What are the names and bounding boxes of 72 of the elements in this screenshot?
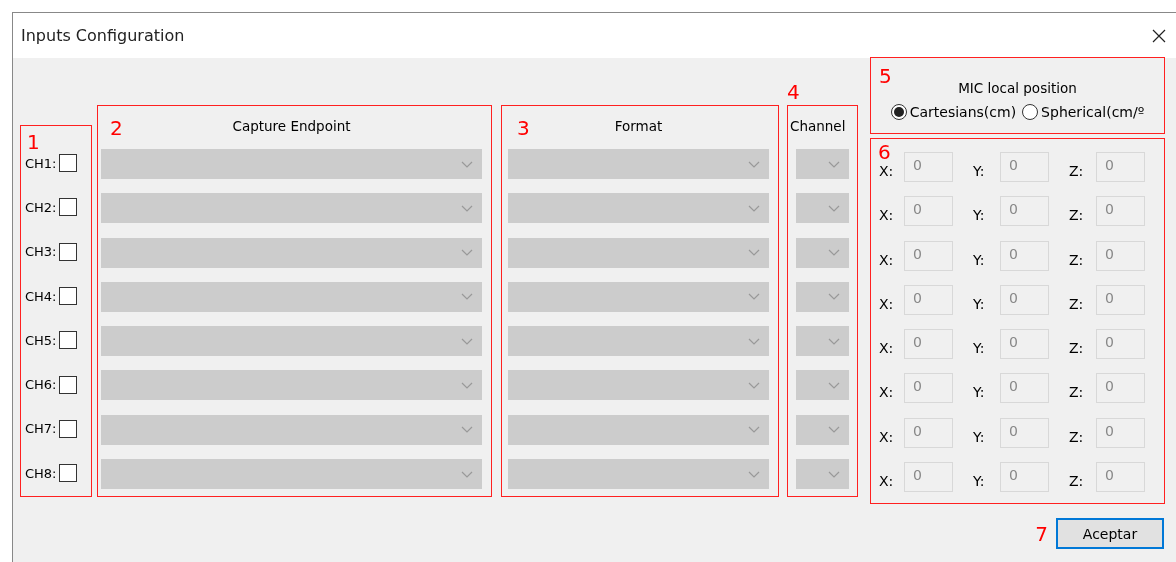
axis-label: Y:: [973, 295, 986, 312]
chevron-down-icon: [828, 337, 840, 345]
close-icon[interactable]: [1152, 28, 1166, 43]
axis-label: X:: [879, 428, 895, 445]
chevron-down-icon: [461, 293, 473, 301]
axis-label: Y:: [973, 163, 986, 179]
chevron-down-icon: [828, 293, 840, 301]
chevron-down-icon: [828, 160, 840, 168]
group-title: Channel: [790, 117, 846, 134]
chevron-down-icon: [461, 249, 473, 257]
chevron-down-icon: [461, 337, 473, 345]
annotation-number: 1: [27, 132, 40, 152]
channel-label: CH3:: [25, 244, 57, 260]
axis-label: Z:: [1069, 340, 1085, 357]
axis-label: Z:: [1069, 428, 1085, 445]
axis-label: Z:: [1069, 295, 1085, 312]
axis-label: Z:: [1069, 384, 1085, 401]
axis-label: Y:: [973, 428, 986, 445]
axis-label: X:: [879, 473, 895, 490]
channel-label: CH2:: [25, 199, 57, 215]
annotation-number: 4: [787, 82, 801, 102]
axis-label: Z:: [1069, 251, 1085, 268]
chevron-down-icon: [828, 426, 840, 434]
channel-label: CH6:: [25, 377, 57, 393]
chevron-down-icon: [828, 470, 840, 478]
axis-label: Y:: [973, 207, 986, 224]
axis-label: X:: [879, 295, 895, 312]
channel-label: CH5:: [25, 332, 57, 348]
group-title: Format: [614, 117, 663, 134]
chevron-down-icon: [461, 470, 473, 478]
chevron-down-icon: [461, 204, 473, 212]
channel-label: CH4:: [25, 288, 57, 304]
chevron-down-icon: [828, 249, 840, 257]
chevron-down-icon: [748, 470, 760, 478]
axis-label: Y:: [973, 251, 986, 268]
group-title: MIC local position: [958, 79, 1077, 96]
channel-label: CH1:: [25, 155, 57, 171]
axis-label: Z:: [1069, 473, 1085, 490]
annotation-number: 6: [878, 142, 891, 162]
window-title: Inputs Configuration: [21, 26, 185, 45]
annotation-number: 5: [879, 66, 892, 86]
chevron-down-icon: [748, 204, 760, 212]
axis-label: Z:: [1069, 163, 1085, 179]
chevron-down-icon: [748, 249, 760, 257]
annotation-number: 2: [110, 118, 123, 138]
radio-button[interactable]: Cartesians(cm): [890, 104, 1017, 120]
chevron-down-icon: [461, 160, 473, 168]
chevron-down-icon: [828, 204, 840, 212]
chevron-down-icon: [461, 426, 473, 434]
channel-label: CH8:: [25, 465, 57, 481]
chevron-down-icon: [461, 382, 473, 389]
axis-label: X:: [879, 340, 895, 357]
axis-label: Z:: [1069, 207, 1085, 224]
group-title: Capture Endpoint: [232, 117, 351, 134]
axis-label: X:: [879, 207, 895, 224]
annotation-number: 7: [1035, 523, 1048, 544]
chevron-down-icon: [748, 426, 760, 434]
chevron-down-icon: [748, 293, 760, 301]
chevron-down-icon: [748, 337, 760, 345]
axis-label: X:: [879, 251, 895, 268]
axis-label: Y:: [973, 384, 986, 401]
chevron-down-icon: [748, 382, 760, 389]
accept-button[interactable]: Aceptar: [1056, 518, 1164, 549]
chevron-down-icon: [828, 382, 840, 389]
axis-label: X:: [879, 163, 895, 179]
axis-label: Y:: [973, 340, 986, 357]
annotation-number: 3: [517, 118, 530, 138]
radio-button[interactable]: Spherical(cm/º: [1022, 104, 1145, 120]
axis-label: X:: [879, 384, 895, 401]
chevron-down-icon: [748, 160, 760, 168]
channel-label: CH7:: [25, 421, 57, 437]
axis-label: Y:: [973, 473, 986, 490]
